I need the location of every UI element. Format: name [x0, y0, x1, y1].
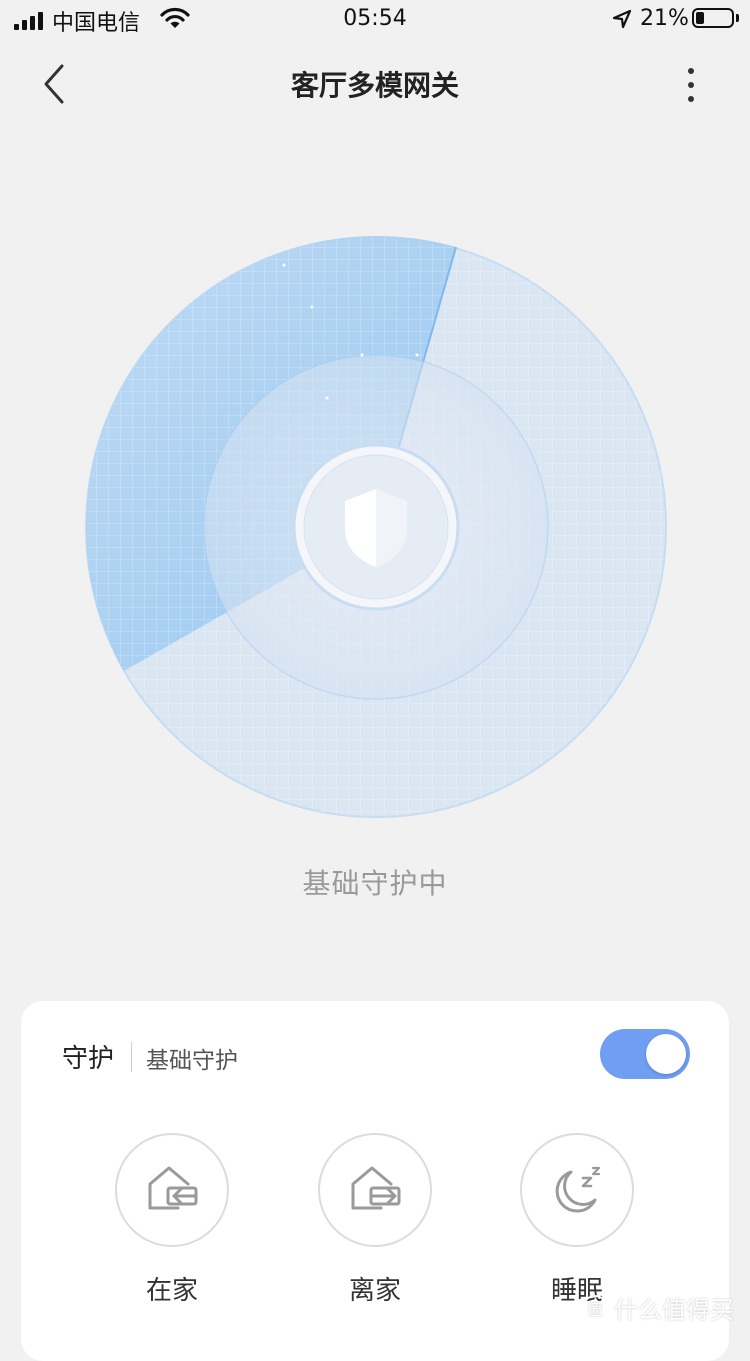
location-arrow-icon: [612, 9, 632, 29]
mode-home-button[interactable]: [115, 1133, 229, 1247]
protection-status: 基础守护中: [302, 867, 448, 900]
watermark-badge: 值: [582, 1294, 608, 1321]
toggle-knob: [646, 1034, 686, 1074]
guard-label: 守护: [62, 1044, 115, 1074]
home-leave-icon: [351, 1166, 401, 1210]
home-arrive-icon: [148, 1166, 198, 1210]
status-bar: 中国电信 05:54 21%: [0, 0, 750, 40]
moon-sleep-icon: [555, 1166, 601, 1213]
divider: [131, 1042, 132, 1072]
guard-toggle[interactable]: [600, 1029, 690, 1079]
more-vertical-icon[interactable]: [688, 68, 694, 102]
battery-icon: [692, 8, 734, 28]
mode-away-label: 离家: [348, 1276, 401, 1306]
battery-tip: [736, 14, 739, 22]
watermark: 值 什么值得买: [582, 1290, 734, 1325]
clock: 05:54: [343, 6, 407, 31]
mode-away-button[interactable]: [318, 1133, 432, 1247]
mode-home-label: 在家: [145, 1276, 198, 1306]
watermark-text: 什么值得买: [614, 1296, 734, 1324]
battery-percentage: 21%: [640, 6, 689, 31]
page-title: 客厅多模网关: [290, 69, 459, 102]
guard-mode-value: 基础守护: [146, 1048, 238, 1074]
radar-scan: [85, 236, 667, 818]
mode-sleep-button[interactable]: [520, 1133, 634, 1247]
